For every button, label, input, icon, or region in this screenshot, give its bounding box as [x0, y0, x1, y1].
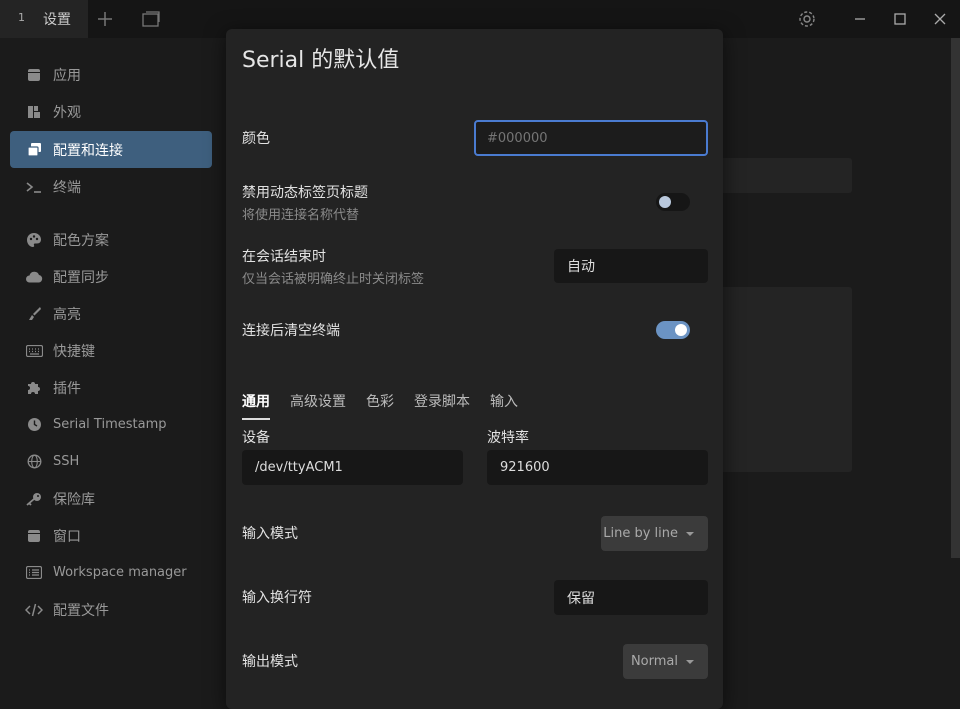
tab-general[interactable]: 通用 — [242, 391, 270, 411]
maximize-icon — [894, 13, 906, 25]
sidebar-item-label: 配置文件 — [53, 602, 109, 619]
window-icon — [25, 527, 43, 545]
sidebar-item-label: 配色方案 — [53, 232, 109, 249]
code-icon — [25, 601, 43, 619]
windows-icon — [142, 11, 160, 27]
sidebar-item-profiles[interactable]: 配置和连接 — [10, 131, 212, 168]
active-tab-indicator — [242, 418, 270, 420]
sidebar-item-label: Serial Timestamp — [53, 417, 167, 432]
sidebar-item-hotkeys[interactable]: 快捷键 — [10, 332, 212, 369]
input-newline-label: 输入换行符 — [242, 590, 312, 606]
disable-dynamic-title-toggle[interactable] — [656, 193, 690, 211]
window-icon — [25, 66, 43, 84]
clear-after-connect-label: 连接后清空终端 — [242, 323, 340, 339]
palette-icon — [25, 231, 43, 249]
close-icon — [934, 13, 946, 25]
input-newline-select[interactable]: 保留 — [554, 580, 708, 615]
sidebar-item-label: 窗口 — [53, 528, 81, 545]
tab-input[interactable]: 输入 — [490, 391, 518, 411]
globe-icon — [25, 453, 43, 471]
session-end-select[interactable]: 自动 — [554, 249, 708, 283]
sidebar-item-label: Workspace manager — [53, 565, 187, 580]
sidebar-item-label: 应用 — [53, 67, 81, 84]
sidebar-item-terminal[interactable]: 终端 — [10, 168, 212, 205]
sidebar-item-serial-timestamp[interactable]: Serial Timestamp — [10, 406, 212, 443]
sidebar-item-label: 配置和连接 — [53, 142, 123, 159]
sidebar-item-plugins[interactable]: 插件 — [10, 369, 212, 406]
color-input[interactable] — [474, 120, 708, 156]
sidebar-item-label: 保险库 — [53, 491, 95, 508]
tab-settings[interactable]: 1 设置 — [0, 0, 88, 38]
session-end-description: 仅当会话被明确终止时关闭标签 — [242, 272, 425, 287]
color-label: 颜色 — [242, 131, 270, 147]
maximize-button[interactable] — [881, 0, 919, 38]
stacked-windows-icon — [25, 141, 43, 159]
sidebar-item-profiles-file[interactable]: 配置文件 — [10, 591, 212, 628]
output-mode-dropdown[interactable]: Normal — [623, 644, 708, 679]
device-value: /dev/ttyACM1 — [255, 460, 343, 475]
dialog-title: Serial 的默认值 — [242, 48, 400, 73]
minimize-icon — [855, 18, 865, 20]
baud-input[interactable]: 921600 — [487, 450, 708, 485]
new-tab-button[interactable] — [86, 0, 124, 38]
clock-icon — [25, 416, 43, 434]
sidebar-item-config-sync[interactable]: 配置同步 — [10, 258, 212, 295]
tab-title: 设置 — [43, 12, 71, 28]
highlighter-icon — [25, 305, 43, 323]
input-mode-value: Line by line — [603, 526, 678, 541]
caret-down-icon — [686, 531, 694, 536]
clear-after-connect-toggle[interactable] — [656, 321, 690, 339]
plus-icon — [98, 12, 112, 26]
sidebar-item-vault[interactable]: 保险库 — [10, 480, 212, 517]
key-icon — [25, 490, 43, 508]
sidebar-item-label: 快捷键 — [53, 343, 95, 360]
sidebar-item-label: 配置同步 — [53, 269, 109, 286]
palette-blocks-icon — [25, 103, 43, 121]
gear-icon — [799, 11, 815, 27]
sidebar-item-appearance[interactable]: 外观 — [10, 93, 212, 130]
puzzle-icon — [25, 379, 43, 397]
sidebar-item-ssh[interactable]: SSH — [10, 443, 212, 480]
tab-overview-button[interactable] — [132, 0, 170, 38]
session-end-label: 在会话结束时 — [242, 249, 326, 265]
device-input[interactable]: /dev/ttyACM1 — [242, 450, 463, 485]
output-mode-label: 输出模式 — [242, 654, 298, 670]
baud-label: 波特率 — [487, 430, 529, 446]
terminal-prompt-icon — [25, 178, 43, 196]
output-mode-value: Normal — [630, 654, 678, 669]
input-mode-label: 输入模式 — [242, 526, 298, 542]
sidebar-item-highlight[interactable]: 高亮 — [10, 295, 212, 332]
minimize-button[interactable] — [841, 0, 879, 38]
session-end-value: 自动 — [567, 259, 595, 275]
sidebar-item-color-scheme[interactable]: 配色方案 — [10, 221, 212, 258]
sidebar-item-label: 插件 — [53, 380, 81, 397]
settings-button[interactable] — [788, 0, 826, 38]
keyboard-icon — [25, 342, 43, 360]
tab-index: 1 — [18, 11, 25, 24]
close-button[interactable] — [921, 0, 959, 38]
tab-colors[interactable]: 色彩 — [366, 391, 394, 411]
sidebar: 应用 外观 配置和连接 终端 配色方案 配置同步 高亮 快捷键 插件 Seria… — [0, 38, 225, 697]
settings-tabs: 通用 高级设置 色彩 登录脚本 输入 — [242, 391, 712, 421]
cloud-icon — [25, 268, 43, 286]
device-label: 设备 — [242, 430, 270, 446]
tab-advanced[interactable]: 高级设置 — [290, 391, 346, 411]
sidebar-item-workspace-manager[interactable]: Workspace manager — [10, 554, 212, 591]
input-mode-dropdown[interactable]: Line by line — [601, 516, 708, 551]
sidebar-item-label: 高亮 — [53, 306, 81, 323]
serial-defaults-dialog: Serial 的默认值 颜色 禁用动态标签页标题 将使用连接名称代替 在会话结束… — [226, 29, 723, 709]
tab-login-scripts[interactable]: 登录脚本 — [414, 391, 470, 411]
sidebar-item-window[interactable]: 窗口 — [10, 517, 212, 554]
sidebar-item-label: 外观 — [53, 104, 81, 121]
sidebar-item-label: 终端 — [53, 179, 81, 196]
disable-dynamic-title-description: 将使用连接名称代替 — [242, 208, 360, 223]
caret-down-icon — [686, 659, 694, 664]
list-icon — [25, 564, 43, 582]
input-newline-value: 保留 — [567, 590, 595, 607]
baud-value: 921600 — [500, 460, 550, 475]
scrollbar[interactable] — [951, 38, 960, 558]
disable-dynamic-title-label: 禁用动态标签页标题 — [242, 185, 368, 201]
sidebar-item-label: SSH — [53, 454, 80, 469]
sidebar-item-application[interactable]: 应用 — [10, 56, 212, 93]
